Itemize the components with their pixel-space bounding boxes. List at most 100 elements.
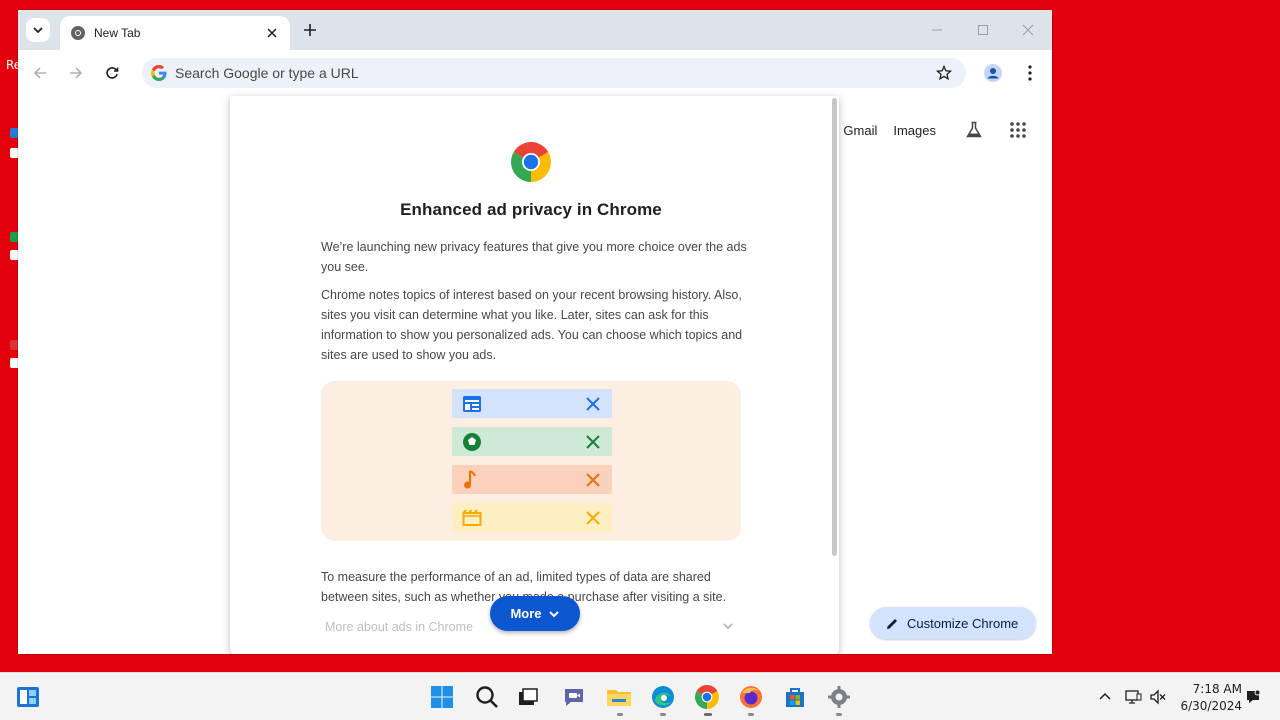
music-note-icon (464, 469, 476, 488)
customize-chrome-label: Customize Chrome (907, 615, 1019, 631)
microsoft-store-button[interactable] (781, 683, 809, 711)
folder-icon (607, 690, 631, 706)
tab-close-button[interactable] (264, 25, 280, 41)
file-explorer-button[interactable] (605, 683, 633, 711)
chevron-up-icon (1099, 692, 1111, 700)
chrome-taskbar-button[interactable] (693, 683, 721, 711)
forward-button[interactable] (65, 62, 87, 84)
google-g-icon (146, 60, 172, 86)
notifications-button[interactable] (1243, 687, 1263, 707)
omnibox[interactable]: Search Google or type a URL (142, 58, 966, 88)
chevron-down-icon (33, 27, 43, 34)
tab-title: New Tab (94, 26, 141, 40)
illustration-row-movies (452, 503, 612, 532)
back-button[interactable] (29, 62, 51, 84)
maximize-icon (978, 25, 988, 35)
close-icon (267, 28, 277, 38)
search-icon (476, 686, 498, 708)
customize-chrome-button[interactable]: Customize Chrome (870, 607, 1036, 639)
teams-chat-button[interactable] (560, 683, 588, 711)
running-indicator (704, 713, 712, 716)
illustration-row-news (452, 389, 612, 418)
arrow-right-icon (70, 67, 83, 79)
desktop-icon[interactable] (0, 232, 18, 272)
star-icon (936, 65, 952, 81)
task-view-icon (519, 688, 538, 705)
chrome-icon (695, 685, 719, 709)
profile-button[interactable] (982, 62, 1004, 84)
taskbar: 7:18 AM 6/30/2024 (0, 672, 1280, 720)
chrome-logo-icon (511, 142, 551, 182)
close-window-button[interactable] (1018, 20, 1038, 40)
widgets-icon (17, 687, 39, 707)
bookmark-star-button[interactable] (932, 61, 956, 85)
apps-grid-icon (1010, 122, 1026, 138)
maximize-button[interactable] (973, 20, 993, 40)
chevron-down-icon (723, 623, 733, 630)
close-icon (586, 434, 600, 449)
notification-icon (1247, 689, 1261, 703)
volume-button[interactable] (1148, 687, 1168, 707)
news-icon (463, 395, 481, 412)
new-tab-button[interactable] (300, 20, 320, 40)
clock-date: 6/30/2024 (1180, 699, 1242, 713)
dialog-title: Enhanced ad privacy in Chrome (400, 200, 662, 219)
network-icon (1125, 690, 1142, 704)
labs-button[interactable] (962, 118, 986, 142)
chevron-down-icon (548, 610, 559, 617)
close-icon (586, 396, 600, 411)
edge-button[interactable] (649, 683, 677, 711)
browser-window: New Tab Search Google or type a URL Gmai… (18, 10, 1052, 654)
flask-icon (966, 121, 982, 138)
chrome-menu-button[interactable] (1020, 62, 1040, 84)
ad-topics-illustration (321, 381, 741, 541)
reload-icon (106, 67, 119, 79)
ad-privacy-dialog: Enhanced ad privacy in Chrome We’re laun… (230, 96, 839, 654)
dialog-scrollbar[interactable] (832, 98, 837, 556)
movie-icon (462, 508, 482, 526)
task-view-button[interactable] (514, 683, 542, 711)
taskbar-clock[interactable]: 7:18 AM 6/30/2024 (1176, 681, 1242, 715)
arrow-left-icon (33, 67, 46, 79)
desktop-icon[interactable] (0, 120, 18, 180)
app-taskbar-button[interactable] (825, 683, 853, 711)
running-indicator (748, 713, 754, 716)
desktop-icon[interactable] (0, 340, 18, 380)
clock-time: 7:18 AM (1192, 682, 1242, 696)
reload-button[interactable] (101, 62, 123, 84)
running-indicator (617, 713, 623, 716)
images-link[interactable]: Images (893, 123, 936, 138)
start-button[interactable] (428, 683, 456, 711)
running-indicator (660, 713, 666, 716)
gmail-link[interactable]: Gmail (843, 123, 877, 138)
dialog-paragraph-intro: We’re launching new privacy features tha… (321, 240, 747, 274)
close-icon (1022, 24, 1034, 36)
tab-new-tab[interactable]: New Tab (60, 16, 290, 50)
taskbar-search-button[interactable] (473, 683, 501, 711)
firefox-button[interactable] (737, 683, 765, 711)
tab-search-button[interactable] (26, 18, 50, 42)
widgets-button[interactable] (14, 683, 42, 711)
windows-logo-icon (431, 686, 453, 708)
toolbar: Search Google or type a URL (18, 50, 1052, 96)
illustration-row-music (452, 465, 612, 494)
apps-button[interactable] (1006, 118, 1030, 142)
more-button-label: More (510, 606, 542, 621)
volume-muted-icon (1150, 689, 1166, 705)
more-about-ads-link[interactable]: More about ads in Chrome (325, 620, 473, 634)
more-button[interactable]: More (490, 596, 580, 631)
show-hidden-icons-button[interactable] (1095, 687, 1115, 707)
running-indicator (836, 713, 842, 716)
omnibox-placeholder: Search Google or type a URL (175, 65, 359, 81)
pencil-icon (887, 618, 897, 629)
ntp-header-links: Gmail Images (843, 118, 1030, 142)
chat-icon (565, 689, 583, 706)
close-icon (586, 472, 600, 487)
more-vert-icon (1028, 65, 1032, 81)
plus-icon (304, 24, 316, 36)
minimize-button[interactable] (927, 20, 947, 40)
chrome-icon (71, 26, 85, 40)
store-icon (786, 688, 804, 707)
close-icon (586, 510, 600, 525)
network-button[interactable] (1123, 687, 1143, 707)
